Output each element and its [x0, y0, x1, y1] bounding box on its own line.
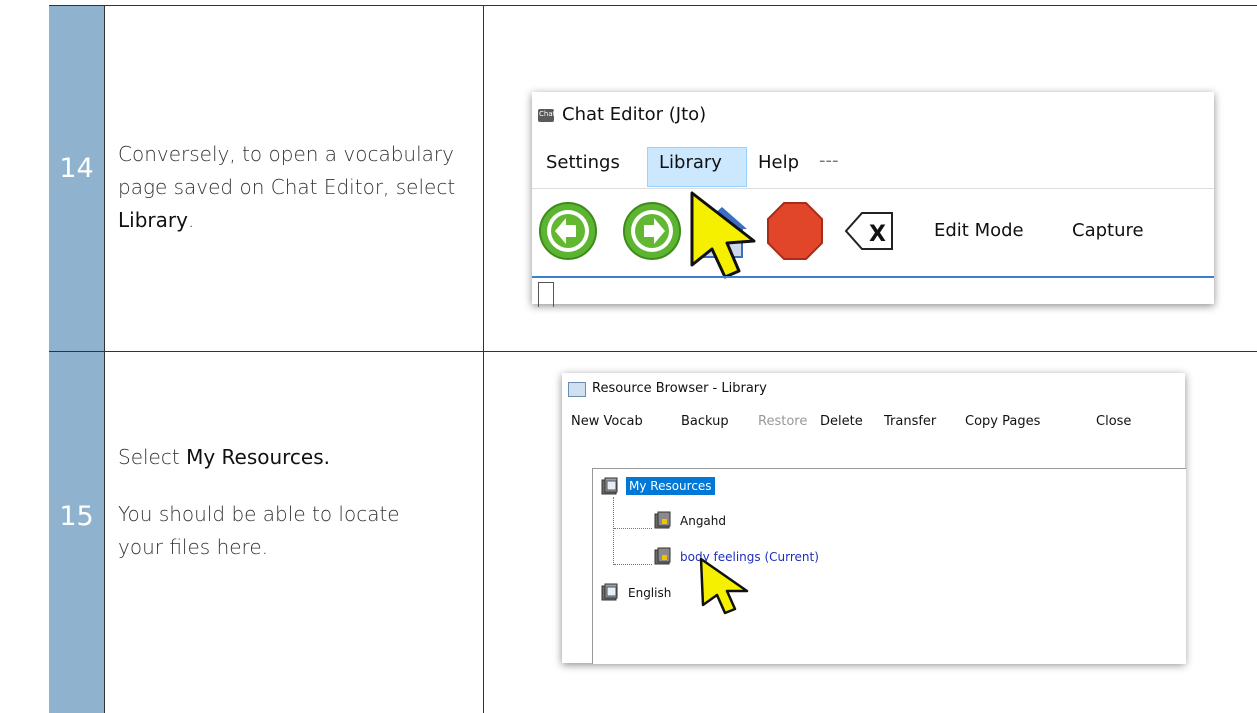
step-description: Conversely, to open a vocabulary page sa…: [118, 138, 468, 237]
tree-item-english[interactable]: English: [628, 586, 671, 600]
svg-text:X: X: [869, 222, 886, 247]
window-title: Chat Editor (Jto): [562, 104, 707, 125]
step-text-bold: My Resources.: [186, 445, 331, 469]
step-text-bold: Library: [118, 208, 188, 232]
menu-item-settings[interactable]: Settings: [546, 152, 620, 173]
step-number: 14: [59, 153, 94, 184]
resource-browser-screenshot: Resource Browser - Library New Vocab Bac…: [562, 373, 1186, 664]
pointer-cursor-icon: [690, 191, 756, 279]
table-row: 15 Select My Resources. You should be ab…: [0, 351, 1257, 713]
menu-item-library[interactable]: Library: [659, 152, 722, 173]
tree-line: [613, 497, 615, 565]
window-icon: [568, 382, 586, 397]
step-description-2: You should be able to locate your files …: [118, 502, 400, 559]
table-border-middle: [49, 351, 1257, 352]
pointer-cursor-icon: [699, 557, 749, 615]
tree-item-angahd[interactable]: Angahd: [680, 514, 726, 528]
app-icon: Chat: [538, 109, 555, 122]
toolbar-divider: [532, 276, 1214, 278]
edit-mode-button[interactable]: Edit Mode: [934, 220, 1024, 241]
forward-arrow-icon[interactable]: [623, 202, 681, 260]
step-text: Select: [118, 445, 187, 469]
resource-folder-icon: [601, 583, 618, 601]
table-divider: [483, 5, 484, 713]
step-description: Select My Resources.: [118, 441, 468, 474]
backspace-icon[interactable]: X: [844, 212, 893, 250]
text-input-field[interactable]: [538, 282, 554, 307]
step-number: 15: [59, 501, 94, 532]
window-title: Resource Browser - Library: [592, 381, 767, 396]
vocab-folder-icon: [654, 547, 671, 565]
tree-view: My Resources Angahd body feelings (Curre…: [592, 468, 1186, 664]
menu-new-vocab[interactable]: New Vocab: [571, 414, 643, 429]
step-number-cell: 14: [49, 5, 104, 351]
menu-delete[interactable]: Delete: [820, 414, 863, 429]
menu-copy-pages[interactable]: Copy Pages: [965, 414, 1040, 429]
menu-close[interactable]: Close: [1096, 414, 1131, 429]
menu-restore: Restore: [758, 414, 808, 429]
instruction-table: 14 Conversely, to open a vocabulary page…: [0, 0, 1257, 713]
tree-line: [614, 564, 652, 565]
vocab-folder-icon: [654, 511, 671, 529]
menu-item-more[interactable]: ---: [819, 150, 839, 171]
menu-backup[interactable]: Backup: [681, 414, 729, 429]
step-text-end: .: [187, 208, 195, 232]
tree-item-my-resources[interactable]: My Resources: [626, 477, 715, 495]
tree-line: [614, 528, 652, 529]
menu-item-help[interactable]: Help: [758, 152, 799, 173]
back-arrow-icon[interactable]: [539, 202, 597, 260]
step-text: Conversely, to open a vocabulary page sa…: [118, 142, 456, 199]
step-number-cell: 15: [49, 351, 104, 713]
chat-editor-screenshot: Chat Chat Editor (Jto) Settings Library …: [532, 92, 1214, 307]
resource-folder-icon: [601, 477, 618, 495]
table-border-top: [49, 5, 1257, 6]
table-row: 14 Conversely, to open a vocabulary page…: [0, 5, 1257, 351]
stop-icon[interactable]: [767, 202, 823, 260]
table-divider: [104, 5, 105, 713]
capture-button[interactable]: Capture: [1072, 220, 1144, 241]
menu-transfer[interactable]: Transfer: [884, 414, 936, 429]
